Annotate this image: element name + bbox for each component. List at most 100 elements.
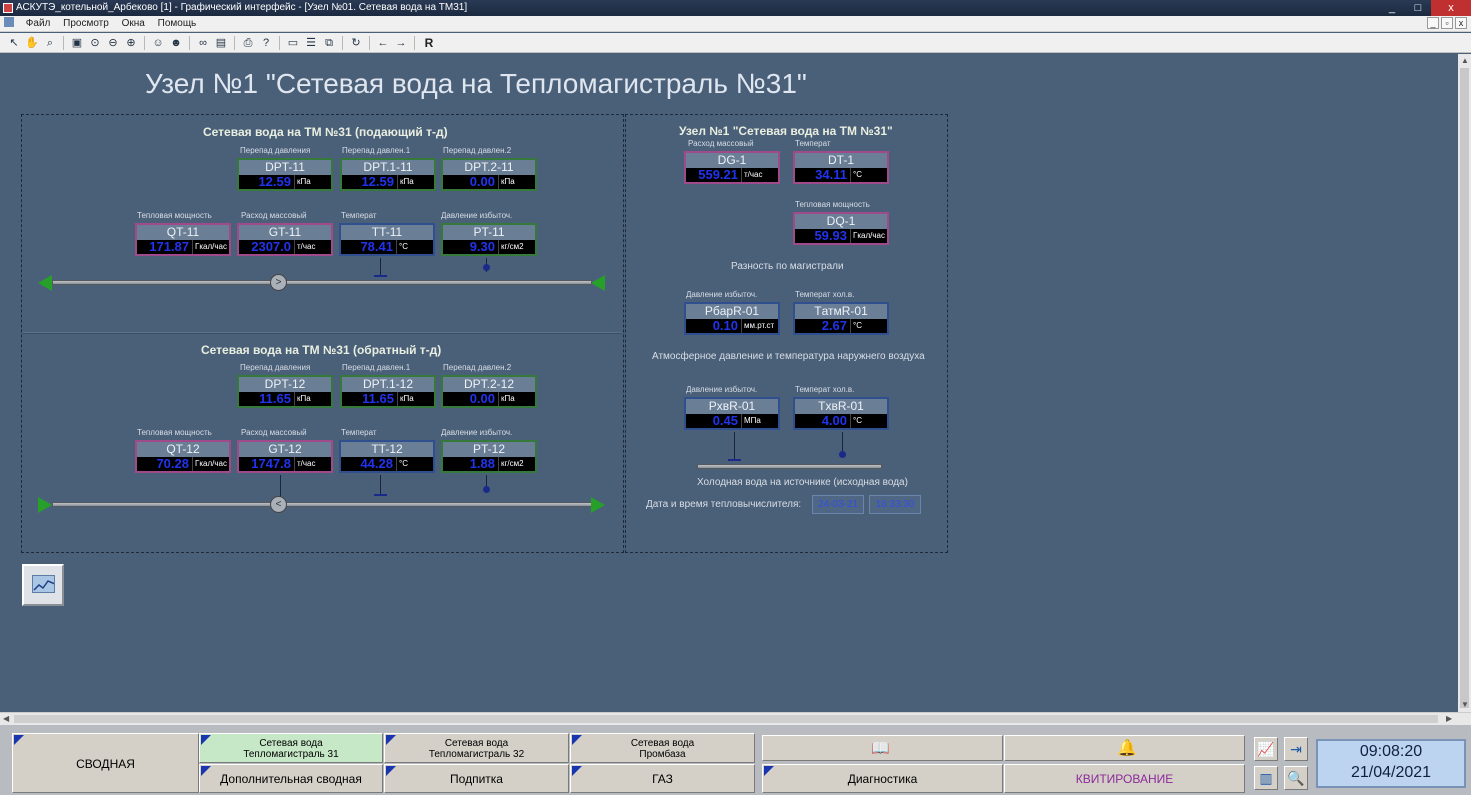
help-icon[interactable]: ? xyxy=(258,35,274,51)
tag-dpt-11[interactable]: DPT-11 12.59 кПа xyxy=(237,158,333,191)
supply-title: Сетевая вода на ТМ №31 (подающий т-д) xyxy=(203,125,448,139)
menu-view[interactable]: Просмотр xyxy=(58,16,114,32)
caption-tt: Температ xyxy=(341,211,377,220)
minimize-button[interactable]: _ xyxy=(1379,0,1405,16)
tag-dpt1-12[interactable]: DPT.1-12 11.65 кПа xyxy=(340,375,436,408)
tag-qt-11[interactable]: QT-11 171.87 Гкал/час xyxy=(135,223,231,256)
trend-button[interactable] xyxy=(22,564,64,606)
caption-cold-p: Давление избыточ. xyxy=(686,385,758,394)
r-button[interactable]: R xyxy=(420,35,438,51)
tag-value: 44.28 xyxy=(360,456,393,471)
caption-dpt2: Перепад давлен.2 xyxy=(443,363,512,372)
tag-gt-12[interactable]: GT-12 1747.8 т/час xyxy=(237,440,333,473)
cold-water-pipe xyxy=(697,464,882,469)
trends-icon[interactable]: 📈 xyxy=(1254,737,1278,761)
alarm-bell-button[interactable]: 🔔 xyxy=(1004,735,1245,761)
preview-icon[interactable]: 🔍 xyxy=(1284,766,1308,790)
nav-tm32-button[interactable]: Сетевая вода Тепломагистраль 32 xyxy=(384,733,569,763)
caption-atm-p: Давление избыточ. xyxy=(686,290,758,299)
back-arrow-icon[interactable]: ← xyxy=(375,35,391,51)
journal-button[interactable]: 📖 xyxy=(762,735,1003,761)
tag-pbar-r-01[interactable]: PбapR-01 0.10 мм.рт.ст xyxy=(684,302,780,335)
vertical-scroll-thumb[interactable] xyxy=(1460,68,1469,708)
tag-dg-1[interactable]: DG-1 559.21 т/час xyxy=(684,151,780,184)
users-icon[interactable]: ☺ xyxy=(150,35,166,51)
print-icon[interactable]: ⎙ xyxy=(240,35,256,51)
tag-value: 12.59 xyxy=(361,174,394,189)
return-pipe xyxy=(52,502,592,507)
tag-name: GT-11 xyxy=(239,225,331,240)
tag-tt-12[interactable]: TT-12 44.28 °C xyxy=(339,440,435,473)
nav-tm31-button[interactable]: Сетевая вода Тепломагистраль 31 xyxy=(199,733,383,763)
nav-diagnostics-button[interactable]: Диагностика xyxy=(762,764,1003,793)
tag-gt-11[interactable]: GT-11 2307.0 т/час xyxy=(237,223,333,256)
scroll-right-icon[interactable]: ▶ xyxy=(1446,714,1452,723)
hand-icon[interactable]: ✋ xyxy=(24,35,40,51)
horizontal-scrollbar[interactable]: ◀ ▶ xyxy=(0,712,1471,725)
tag-pt-12[interactable]: PT-12 1.88 кг/см2 xyxy=(441,440,537,473)
tile-vertical-icon[interactable]: ☰ xyxy=(303,35,319,51)
tag-dpt1-11[interactable]: DPT.1-11 12.59 кПа xyxy=(340,158,436,191)
magnifier-icon[interactable]: ⌕ xyxy=(42,35,58,51)
tag-dq-1[interactable]: DQ-1 59.93 Гкал/час xyxy=(793,212,889,245)
tag-name: DPT-11 xyxy=(239,160,331,175)
pressure-sensor-icon xyxy=(483,486,490,493)
menu-windows[interactable]: Окна xyxy=(117,16,150,32)
tag-value: 59.93 xyxy=(814,228,847,243)
zoom-out-icon[interactable]: ⊖ xyxy=(105,35,121,51)
zoom-actual-icon[interactable]: ▣ xyxy=(69,35,85,51)
mdi-minimize-button[interactable]: _ xyxy=(1427,17,1439,29)
tag-unit: °C xyxy=(850,414,887,428)
tile-horizontal-icon[interactable]: ▭ xyxy=(285,35,301,51)
pump-icon[interactable]: < xyxy=(270,496,287,513)
tag-dpt2-11[interactable]: DPT.2-11 0.00 кПа xyxy=(441,158,537,191)
cascade-icon[interactable]: ⧉ xyxy=(321,35,337,51)
tag-unit: кПа xyxy=(397,175,434,189)
acknowledge-button[interactable]: КВИТИРОВАНИЕ xyxy=(1004,764,1245,793)
tag-unit: кПа xyxy=(498,175,535,189)
tag-pt-11[interactable]: PT-11 9.30 кг/см2 xyxy=(441,223,537,256)
tag-name: PбapR-01 xyxy=(686,304,778,319)
menu-help[interactable]: Помощь xyxy=(153,16,202,32)
horizontal-scroll-thumb[interactable] xyxy=(14,715,1438,723)
zoom-in-icon[interactable]: ⊕ xyxy=(123,35,139,51)
nav-gaz-button[interactable]: ГАЗ xyxy=(570,764,755,793)
reports-icon[interactable]: ▥ xyxy=(1254,766,1278,790)
vertical-scrollbar[interactable]: ▲ ▼ xyxy=(1458,54,1471,712)
maximize-button[interactable]: □ xyxy=(1405,0,1431,16)
nav-extra-summary-button[interactable]: Дополнительная сводная xyxy=(199,764,383,793)
toolbar-separator xyxy=(144,35,145,50)
caption-dt: Температ xyxy=(795,139,831,148)
zoom-fit-icon[interactable]: ⊙ xyxy=(87,35,103,51)
nav-prombaza-button[interactable]: Сетевая вода Промбаза xyxy=(570,733,755,763)
tag-dpt2-12[interactable]: DPT.2-12 0.00 кПа xyxy=(441,375,537,408)
menu-file[interactable]: Файл xyxy=(21,16,56,32)
exit-icon[interactable]: ⇥ xyxy=(1284,737,1308,761)
close-button[interactable]: x xyxy=(1431,0,1471,16)
pump-icon[interactable]: > xyxy=(270,274,287,291)
tag-pxv-r-01[interactable]: PхвR-01 0.45 МПа xyxy=(684,397,780,430)
nav-label: Тепломагистраль 31 xyxy=(243,749,339,760)
cold-label: Холодная вода на источнике (исходная вод… xyxy=(697,477,908,488)
pointer-icon[interactable]: ↖ xyxy=(6,35,22,51)
binoculars-icon[interactable]: ∞ xyxy=(195,35,211,51)
tag-tt-11[interactable]: TT-11 78.41 °C xyxy=(339,223,435,256)
image-icon[interactable]: ▤ xyxy=(213,35,229,51)
scroll-down-icon[interactable]: ▼ xyxy=(1461,700,1469,709)
tag-tatm-r-01[interactable]: TатмR-01 2.67 °C xyxy=(793,302,889,335)
forward-arrow-icon[interactable]: → xyxy=(393,35,409,51)
tag-qt-12[interactable]: QT-12 70.28 Гкал/час xyxy=(135,440,231,473)
user-key-icon[interactable]: ☻ xyxy=(168,35,184,51)
refresh-icon[interactable]: ↻ xyxy=(348,35,364,51)
tag-txv-r-01[interactable]: TхвR-01 4.00 °C xyxy=(793,397,889,430)
scroll-up-icon[interactable]: ▲ xyxy=(1461,56,1469,65)
tag-dt-1[interactable]: DT-1 34.11 °C xyxy=(793,151,889,184)
scroll-left-icon[interactable]: ◀ xyxy=(3,714,9,723)
nav-summary-button[interactable]: СВОДНАЯ xyxy=(12,733,199,793)
tag-value: 0.45 xyxy=(712,413,738,428)
bottom-navigation: СВОДНАЯ Сетевая вода Тепломагистраль 31 … xyxy=(0,725,1471,795)
mdi-close-button[interactable]: x xyxy=(1455,17,1467,29)
mdi-restore-button[interactable]: ▫ xyxy=(1441,17,1453,29)
nav-podpitka-button[interactable]: Подпитка xyxy=(384,764,569,793)
tag-dpt-12[interactable]: DPT-12 11.65 кПа xyxy=(237,375,333,408)
